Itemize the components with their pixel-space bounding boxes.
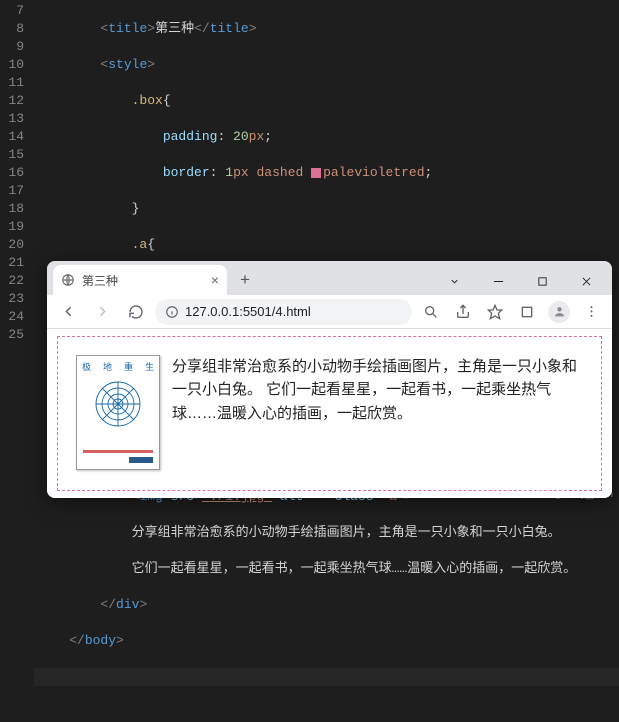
new-tab-button[interactable]: +: [231, 267, 259, 295]
star-icon[interactable]: [480, 297, 510, 327]
info-icon: [165, 305, 179, 319]
extensions-icon[interactable]: [512, 297, 542, 327]
url-field[interactable]: 127.0.0.1:5501/4.html: [155, 299, 412, 325]
content-box: 极地重生 分享组非常治愈系的小动物手绘插画图片，主角是一只小象和一只小白兔。 它…: [57, 336, 602, 491]
address-bar: 127.0.0.1:5501/4.html: [47, 295, 612, 329]
line-gutter: 78910111213141516171819202122232425: [0, 2, 38, 260]
watermark: CSDN @karry_yuan: [522, 489, 613, 500]
reload-button[interactable]: [121, 297, 151, 327]
code-editor[interactable]: 78910111213141516171819202122232425 <tit…: [0, 0, 619, 260]
share-icon[interactable]: [448, 297, 478, 327]
close-tab-icon[interactable]: ×: [211, 272, 219, 288]
tab-bar: 第三种 × +: [47, 261, 612, 295]
menu-button[interactable]: [576, 297, 606, 327]
browser-tab[interactable]: 第三种 ×: [53, 265, 227, 295]
globe-icon: [61, 273, 75, 287]
maximize-button[interactable]: [522, 267, 562, 295]
page-content: 极地重生 分享组非常治愈系的小动物手绘插画图片，主角是一只小象和一只小白兔。 它…: [47, 329, 612, 498]
tab-title: 第三种: [82, 272, 204, 289]
browser-window: 第三种 × + 127.0.0.1:5501/4.html: [47, 261, 612, 498]
code-area[interactable]: <title>第三种</title> <style> .box{ padding…: [38, 2, 619, 260]
zoom-icon[interactable]: [416, 297, 446, 327]
close-window-button[interactable]: [566, 267, 606, 295]
book-image: 极地重生: [76, 355, 160, 470]
chevron-down-icon[interactable]: [434, 267, 474, 295]
url-text: 127.0.0.1:5501/4.html: [185, 304, 311, 319]
back-button[interactable]: [53, 297, 83, 327]
minimize-button[interactable]: [478, 267, 518, 295]
mandala-icon: [93, 379, 143, 429]
forward-button[interactable]: [87, 297, 117, 327]
avatar[interactable]: [544, 297, 574, 327]
